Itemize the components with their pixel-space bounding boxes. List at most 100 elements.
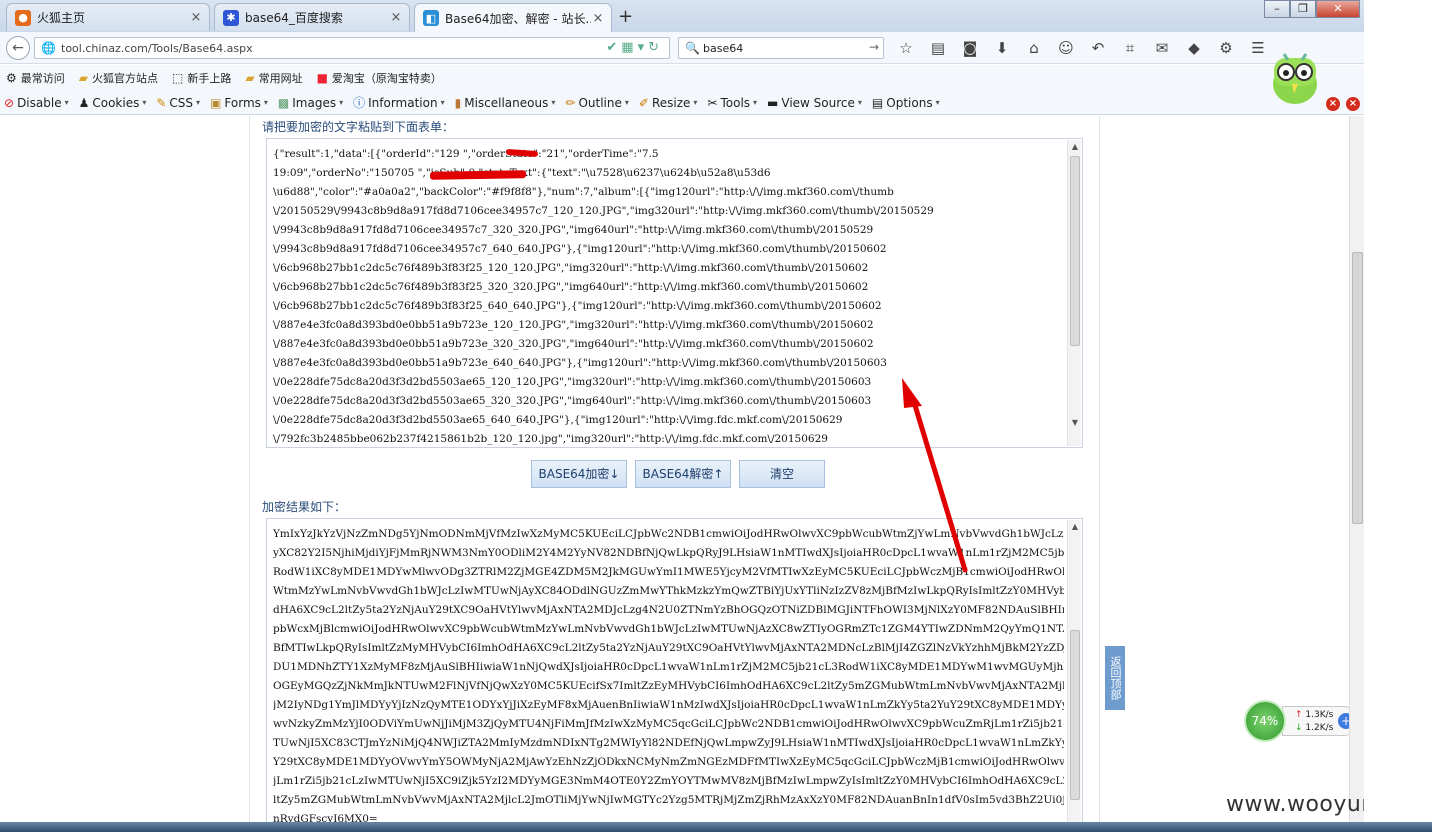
back-to-top-button[interactable]: 返回顶部 (1105, 646, 1125, 710)
wd-resize-menu[interactable]: ✐ Resize ▾ (639, 96, 698, 110)
chevron-down-icon: ▾ (551, 98, 556, 107)
bookmark-star-icon[interactable]: ☆ (896, 39, 916, 57)
wd-forms-menu[interactable]: ▣ Forms ▾ (210, 96, 268, 110)
sync-icon[interactable]: ⚙ (1216, 39, 1236, 57)
output-text[interactable]: YmIxYzJkYzVjNzZmNDg5YjNmODNmMjVfMzIwXzMy… (273, 525, 1064, 829)
text-line: DU1MDNhZTY1XzMyMF8zMjAuSlBHIiwiaW1nNjQwd… (273, 661, 1064, 673)
search-bar[interactable]: 🔍 base64 → (678, 37, 884, 59)
new-tab-button[interactable]: + (618, 6, 633, 27)
bookmark-firefox-official[interactable]: ▰ 火狐官方站点 (79, 70, 158, 86)
url-bar-icons[interactable]: ✔▦▾↻ (606, 40, 663, 55)
css-icon: ✎ (156, 95, 167, 110)
back-button[interactable]: ← (6, 36, 30, 60)
base64-encode-button[interactable]: BASE64加密↓ (531, 460, 627, 488)
wd-information-menu[interactable]: ⓘ Information ▾ (353, 94, 445, 111)
clear-button[interactable]: 清空 (739, 460, 825, 488)
wd-cookies-menu[interactable]: ♟ Cookies ▾ (79, 96, 147, 110)
pocket-icon[interactable]: ◙ (960, 39, 980, 57)
scroll-up-icon[interactable]: ▲ (1068, 520, 1082, 534)
close-icon[interactable]: × (189, 10, 203, 25)
text-line: \/9943c8b9d8a917fd8d7106cee34957c7_320_3… (273, 224, 874, 236)
text-line: TUwNjI5XC83CTJmYzNiMjQ4NWJiZTA2MmIyMzdmN… (273, 737, 1064, 749)
text-line: \/6cb968b27bb1c2dc5c76f489b3f83f25_120_1… (273, 262, 869, 274)
output-label: 加密结果如下： (262, 500, 347, 514)
input-text[interactable]: {"result":1,"data":[{"orderId":"129 ","o… (273, 145, 1064, 447)
chevron-down-icon: ▾ (624, 98, 629, 107)
bookmark-aitaobao[interactable]: ■ 爱淘宝（原淘宝特卖） (317, 70, 442, 86)
message-icon[interactable]: ✉ (1152, 39, 1172, 57)
speed-percent-ring[interactable]: 74% (1244, 700, 1286, 742)
resize-icon: ✐ (638, 95, 649, 110)
text-line: \/0e228dfe75dc8a20d3f3d2bd5503ae65_320_3… (273, 395, 872, 407)
minimize-button[interactable]: – (1264, 0, 1290, 18)
search-input[interactable]: base64 (703, 42, 743, 55)
scroll-thumb[interactable] (1070, 156, 1080, 346)
redaction-mark (429, 170, 527, 180)
scroll-up-icon[interactable]: ▲ (1068, 140, 1082, 154)
toolbar-icons: ☆ ▤ ◙ ⬇ ⌂ ☺ ↶ ⌗ ✉ ◆ ⚙ ☰ (896, 39, 1268, 57)
text-line: wvNzkyZmMzYjI0ODViYmUwNjJiMjM3ZjQyMTU4Nj… (273, 718, 1064, 730)
search-icon: 🔍 (685, 41, 700, 55)
main-content: 请把要加密的文字粘贴到下面表单： {"result":1,"data":[{"o… (249, 116, 1100, 832)
close-icon[interactable]: × (1346, 97, 1360, 111)
close-icon[interactable]: × (389, 10, 403, 25)
input-scrollbar[interactable]: ▲ ▼ (1067, 140, 1081, 446)
scroll-down-icon[interactable]: ▼ (1068, 416, 1082, 430)
network-speed-widget[interactable]: ↑ 1.3K/s ↓ 1.2K/s + 74% (1244, 700, 1360, 742)
search-go-icon[interactable]: → (869, 40, 879, 54)
text-line: jM2IyNDg1YmJlMDYyYjIzNzQyMTE1ODYxYjJiXzE… (273, 699, 1064, 711)
screenshot-icon[interactable]: ⌗ (1120, 39, 1140, 57)
disable-icon: ⊘ (4, 95, 15, 110)
text-line: BfMTIwLkpQRyIsImltZzMyMHVybCI6ImhOdHA6XC… (273, 642, 1064, 654)
chat-icon[interactable]: ☺ (1056, 39, 1076, 57)
url-text[interactable]: tool.chinaz.com/Tools/Base64.aspx (61, 42, 253, 55)
wd-options-menu[interactable]: ▤ Options ▾ (872, 96, 940, 110)
url-bar[interactable]: 🌐 tool.chinaz.com/Tools/Base64.aspx ✔▦▾↻ (34, 37, 670, 59)
text-line: \/20150529\/9943c8b9d8a917fd8d7106cee349… (273, 205, 934, 217)
undo-icon[interactable]: ↶ (1088, 39, 1108, 57)
scroll-thumb[interactable] (1070, 630, 1080, 800)
text-line: \/887e4e3fc0a8d393bd0e0bb51a9b723e_120_1… (273, 319, 874, 331)
bookmarks-list-icon[interactable]: ▤ (928, 39, 948, 57)
page-scrollbar[interactable] (1349, 116, 1364, 832)
site-info-icon[interactable]: 🌐 (41, 41, 56, 55)
tab-baidu-search[interactable]: ✱ base64_百度搜索 × (214, 3, 410, 31)
bookmark-most-visited[interactable]: ⚙ 最常访问 (6, 70, 65, 86)
wd-tools-menu[interactable]: ✂ Tools ▾ (707, 96, 757, 110)
output-scrollbar[interactable]: ▲ (1067, 520, 1081, 830)
addon-icon[interactable]: ◆ (1184, 39, 1204, 57)
text-line: \/9943c8b9d8a917fd8d7106cee34957c7_640_6… (273, 243, 887, 255)
maximize-button[interactable]: ❐ (1290, 0, 1316, 18)
base64-decode-button[interactable]: BASE64解密↑ (635, 460, 731, 488)
outline-icon: ✏ (565, 95, 576, 110)
mascot-addon-icon[interactable] (1264, 44, 1326, 108)
info-icon: ⓘ (353, 96, 366, 110)
bookmark-common-sites[interactable]: ▰ 常用网址 (245, 70, 302, 86)
home-icon[interactable]: ⌂ (1024, 39, 1044, 57)
wd-images-menu[interactable]: ▩ Images ▾ (278, 96, 343, 110)
wd-view-source-menu[interactable]: ▬ View Source ▾ (767, 96, 862, 110)
text-line: \/0e228dfe75dc8a20d3f3d2bd5503ae65_640_6… (273, 414, 843, 426)
text-line: pbWcxMjBlcmwiOiJodHRwOlwvXC9pbWcubWtmMzY… (273, 623, 1064, 635)
tab-firefox-home[interactable]: ● 火狐主页 × (6, 3, 210, 31)
close-icon[interactable]: × (1326, 97, 1340, 111)
wd-css-menu[interactable]: ✎ CSS ▾ (156, 96, 200, 110)
text-line: Y29tXC8yMDE1MDYyOVwvYmY5OWMyNjA2MjAwYzEh… (273, 756, 1064, 768)
output-textarea[interactable]: YmIxYzJkYzVjNzZmNDg5YjNmODNmMjVfMzIwXzMy… (266, 518, 1083, 832)
misc-icon: ▮ (454, 95, 462, 110)
wd-disable-menu[interactable]: ⊘ Disable ▾ (4, 96, 69, 110)
wd-miscellaneous-menu[interactable]: ▮ Miscellaneous ▾ (455, 96, 556, 110)
bookmark-getting-started[interactable]: ⬚ 新手上路 (172, 70, 231, 86)
taobao-icon: ■ (316, 71, 328, 85)
window-close-button[interactable]: ✕ (1316, 0, 1360, 18)
window-controls: – ❐ ✕ (1264, 0, 1360, 18)
text-line: \/887e4e3fc0a8d393bd0e0bb51a9b723e_320_3… (273, 338, 874, 350)
chevron-down-icon: ▾ (263, 98, 268, 107)
input-textarea[interactable]: {"result":1,"data":[{"orderId":"129 ","o… (266, 138, 1083, 448)
page-scroll-thumb[interactable] (1352, 252, 1363, 524)
tab-base64-tool[interactable]: ◧ Base64加密、解密 - 站长... × (414, 3, 612, 32)
close-icon[interactable]: × (591, 11, 605, 26)
download-icon[interactable]: ⬇ (992, 39, 1012, 57)
download-speed: ↓ 1.2K/s (1295, 723, 1334, 733)
wd-outline-menu[interactable]: ✏ Outline ▾ (565, 96, 629, 110)
